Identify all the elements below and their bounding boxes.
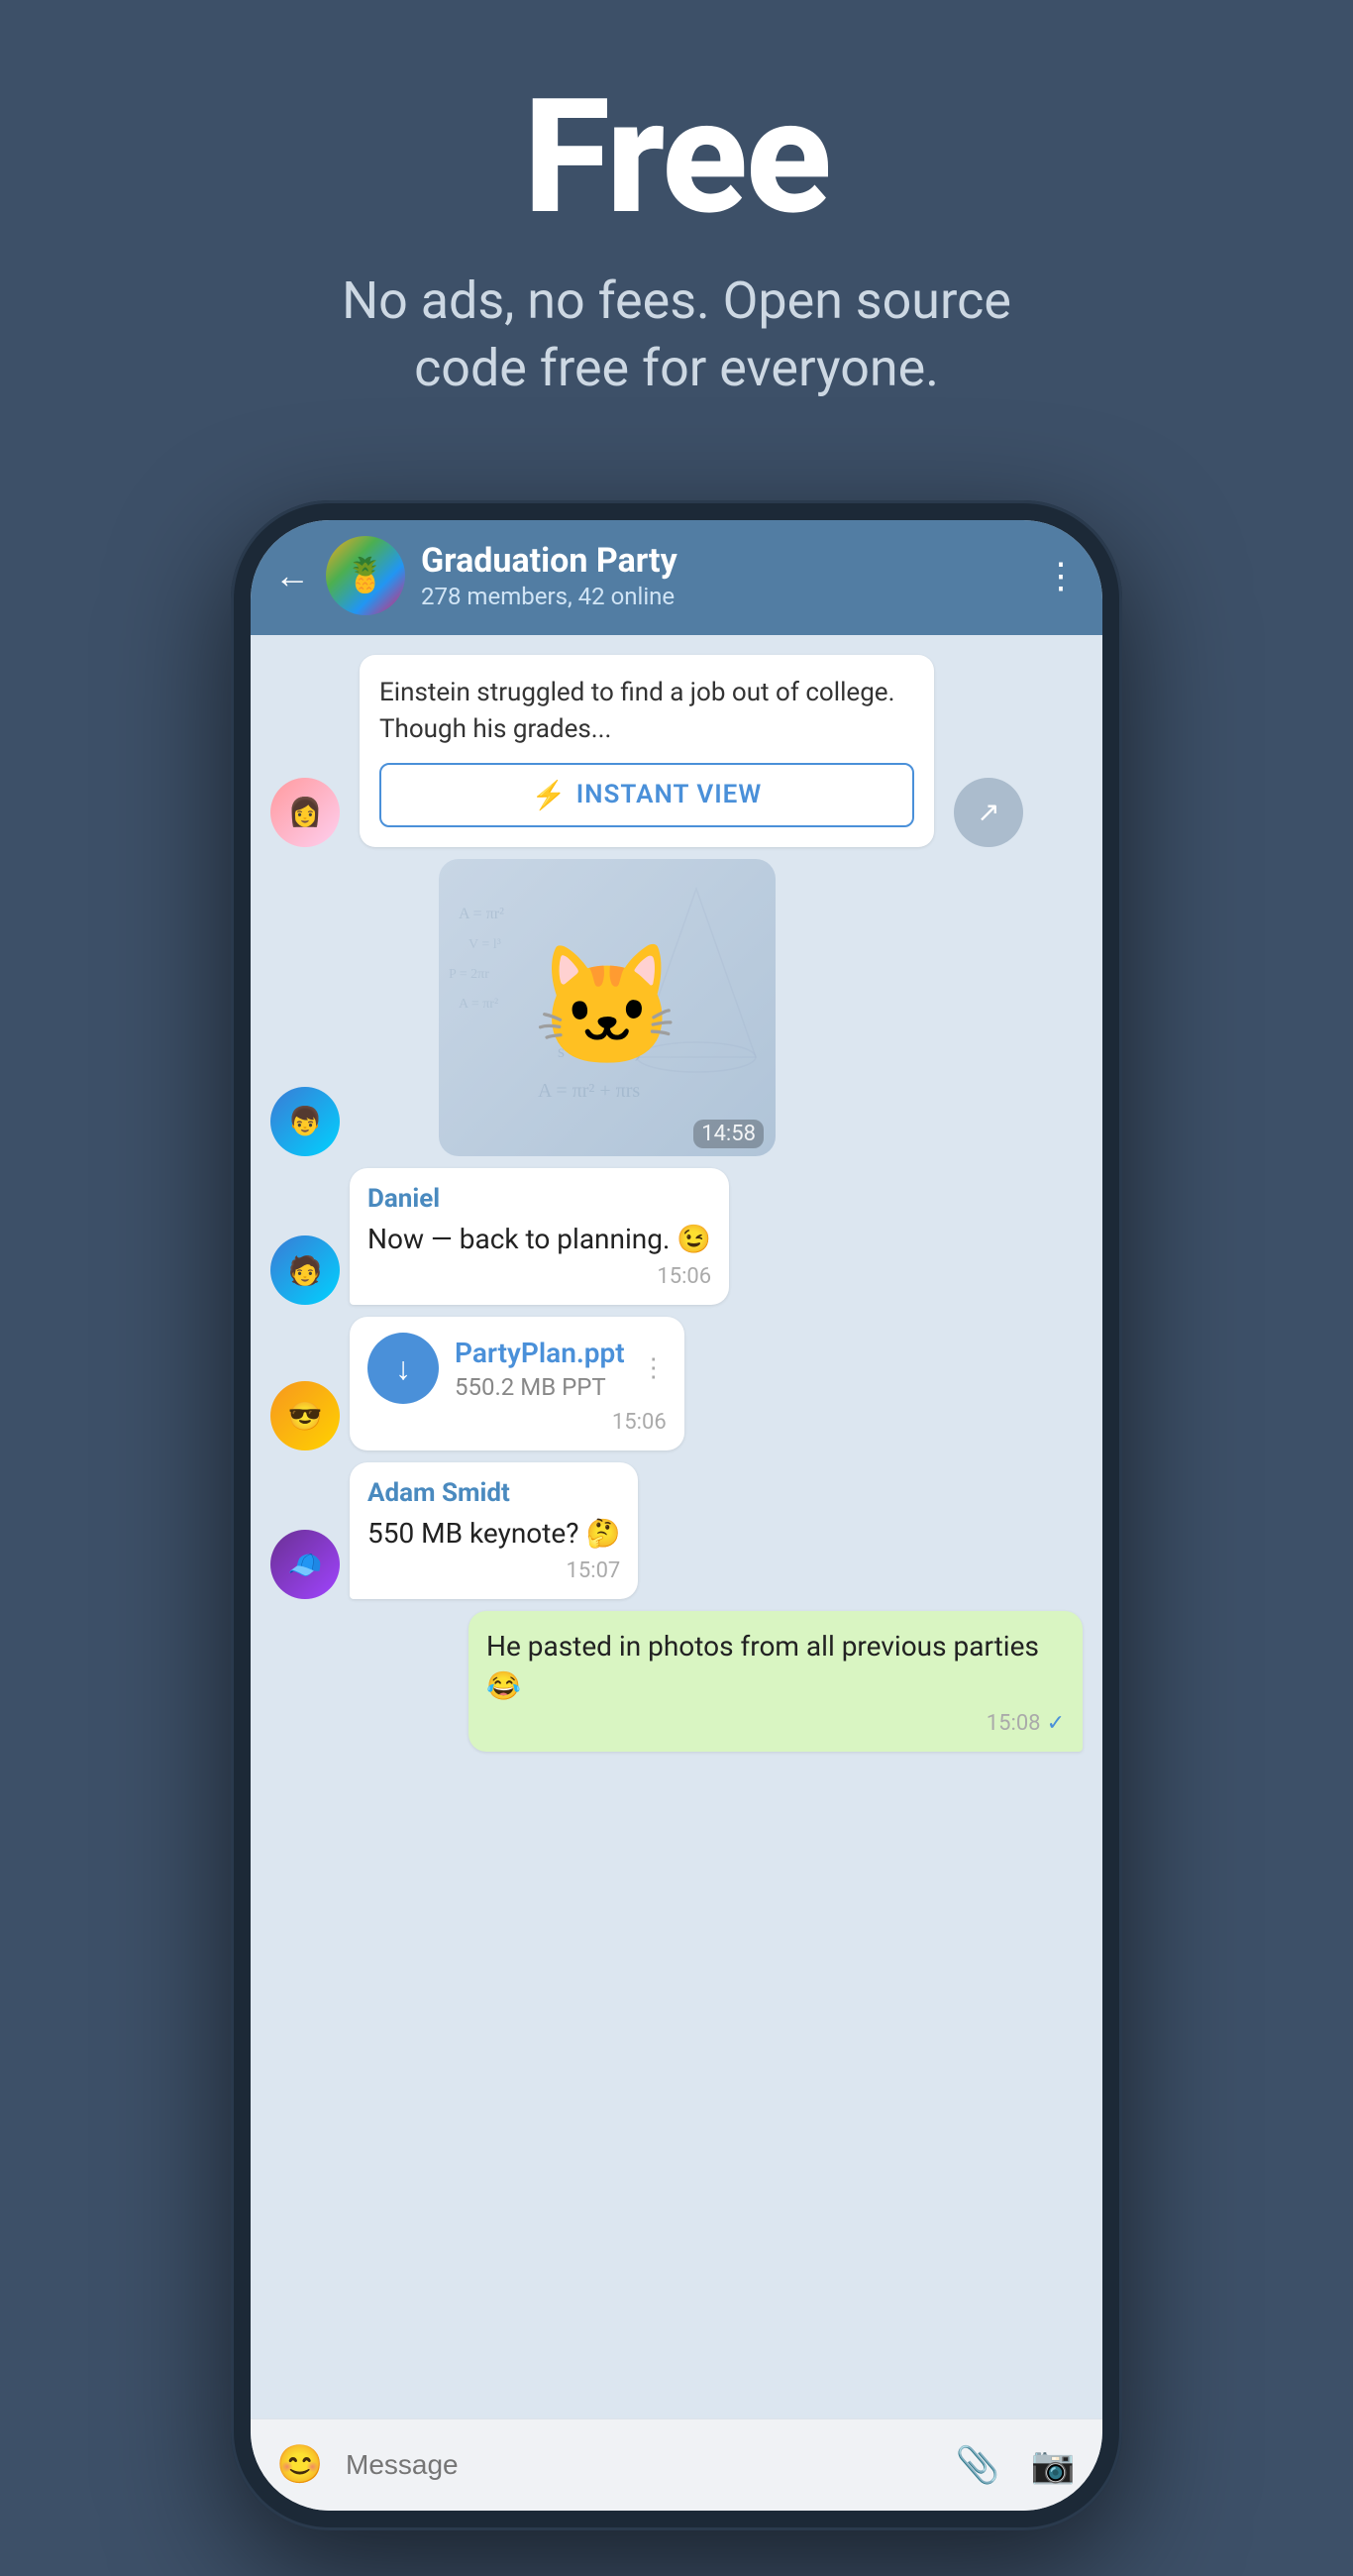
my-message-time-row: 15:08 ✓ (486, 1711, 1065, 1736)
back-icon: ← (274, 555, 310, 596)
phone-outer: ← 🍍 Graduation Party 278 members, 42 onl… (231, 500, 1122, 2530)
avatar-emoji-adam: 🧢 (288, 1549, 323, 1581)
download-icon: ↓ (395, 1349, 411, 1387)
lightning-icon: ⚡ (532, 779, 567, 811)
avatar-emoji: 🍍 (345, 556, 386, 595)
adam-message-bubble: Adam Smidt 550 MB keynote? 🤔 15:07 (350, 1462, 638, 1599)
message-input[interactable] (346, 2449, 932, 2481)
share-icon: ↗ (977, 796, 999, 828)
svg-text:A = πr²: A = πr² (459, 997, 498, 1012)
instant-view-button[interactable]: ⚡ INSTANT VIEW (379, 763, 914, 827)
adam-message-time: 15:07 (367, 1558, 620, 1583)
my-message-time: 15:08 (987, 1711, 1041, 1736)
avatar-daniel: 🧑 (270, 1235, 340, 1305)
back-button[interactable]: ← (274, 555, 310, 596)
phone-screen: ← 🍍 Graduation Party 278 members, 42 onl… (251, 520, 1102, 2511)
chat-header: ← 🍍 Graduation Party 278 members, 42 onl… (251, 520, 1102, 635)
avatar-emoji-m1s: 👦 (288, 1105, 323, 1137)
file-more-icon: ⋮ (641, 1353, 667, 1383)
phone-wrapper: ← 🍍 Graduation Party 278 members, 42 onl… (231, 500, 1122, 2530)
avatar-male1-sticker: 👦 (270, 1087, 340, 1156)
instant-view-label: INSTANT VIEW (576, 780, 763, 809)
file-name: PartyPlan.ppt (455, 1337, 625, 1369)
my-message-text: He pasted in photos from all previous pa… (486, 1627, 1065, 1704)
input-bar: 😊 📎 📷 (251, 2418, 1102, 2511)
article-text: Einstein struggled to find a job out of … (379, 675, 914, 747)
article-message-bubble: Einstein struggled to find a job out of … (360, 655, 934, 847)
daniel-message-text: Now — back to planning. 😉 (367, 1220, 711, 1258)
cat-sticker: 🐱 (533, 938, 680, 1077)
file-message-row: 😎 ↓ PartyPlan.ppt 550.2 MB PPT (270, 1317, 1083, 1450)
avatar-emoji-m2: 😎 (288, 1400, 323, 1433)
emoji-icon: 😊 (276, 2443, 323, 2487)
svg-text:A = πr² + πrs: A = πr² + πrs (538, 1080, 640, 1102)
avatar-female: 👩 (270, 778, 340, 847)
sticker-row: 👦 A = πr² V = l³ P = 2πr A = πr² s = √(r… (270, 859, 1083, 1156)
attach-button[interactable]: 📎 (948, 2435, 1007, 2495)
page-title: Free (523, 79, 829, 238)
svg-text:A = πr²: A = πr² (459, 906, 504, 922)
avatar-emoji-female: 👩 (288, 796, 323, 828)
chat-members: 278 members, 42 online (421, 583, 1027, 610)
avatar-adam: 🧢 (270, 1530, 340, 1599)
attach-icon: 📎 (956, 2444, 1000, 2486)
file-more-button[interactable]: ⋮ (641, 1353, 667, 1383)
file-info: PartyPlan.ppt 550.2 MB PPT (455, 1337, 625, 1401)
daniel-message-time: 15:06 (367, 1264, 711, 1289)
chat-avatar: 🍍 (326, 536, 405, 615)
daniel-message-bubble: Daniel Now — back to planning. 😉 15:06 (350, 1168, 729, 1305)
emoji-button[interactable]: 😊 (270, 2435, 330, 2495)
file-message-bubble: ↓ PartyPlan.ppt 550.2 MB PPT ⋮ 15:06 (350, 1317, 684, 1450)
more-icon: ⋮ (1043, 555, 1079, 596)
my-message-bubble: He pasted in photos from all previous pa… (468, 1611, 1083, 1751)
message-check-icon: ✓ (1047, 1711, 1065, 1736)
page-subtitle: No ads, no fees. Open source code free f… (280, 268, 1073, 401)
file-meta: 550.2 MB PPT (455, 1373, 625, 1401)
adam-sender-name: Adam Smidt (367, 1478, 620, 1508)
adam-message-row: 🧢 Adam Smidt 550 MB keynote? 🤔 15:07 (270, 1462, 1083, 1599)
more-button[interactable]: ⋮ (1043, 555, 1079, 596)
daniel-message-row: 🧑 Daniel Now — back to planning. 😉 15:06 (270, 1168, 1083, 1305)
daniel-sender-name: Daniel (367, 1184, 711, 1214)
file-row: ↓ PartyPlan.ppt 550.2 MB PPT ⋮ (367, 1333, 667, 1404)
chat-messages: 👩 Einstein struggled to find a job out o… (251, 635, 1102, 2418)
file-time: 15:06 (367, 1410, 667, 1435)
camera-icon: 📷 (1031, 2444, 1076, 2486)
sticker-time: 14:58 (693, 1120, 764, 1148)
svg-text:P = 2πr: P = 2πr (449, 967, 489, 982)
chat-name: Graduation Party (421, 541, 1027, 581)
camera-button[interactable]: 📷 (1023, 2435, 1083, 2495)
avatar-emoji-daniel: 🧑 (288, 1254, 323, 1287)
article-message-row: 👩 Einstein struggled to find a job out o… (270, 655, 1083, 847)
sticker-container: A = πr² V = l³ P = 2πr A = πr² s = √(r²+… (439, 859, 776, 1156)
share-button[interactable]: ↗ (954, 778, 1023, 847)
sticker-background: A = πr² V = l³ P = 2πr A = πr² s = √(r²+… (439, 859, 776, 1156)
download-button[interactable]: ↓ (367, 1333, 439, 1404)
header-section: Free No ads, no fees. Open source code f… (0, 0, 1353, 461)
svg-text:V = l³: V = l³ (468, 937, 501, 952)
avatar-file-sender: 😎 (270, 1381, 340, 1450)
chat-info: Graduation Party 278 members, 42 online (421, 541, 1027, 610)
adam-message-text: 550 MB keynote? 🤔 (367, 1514, 620, 1553)
